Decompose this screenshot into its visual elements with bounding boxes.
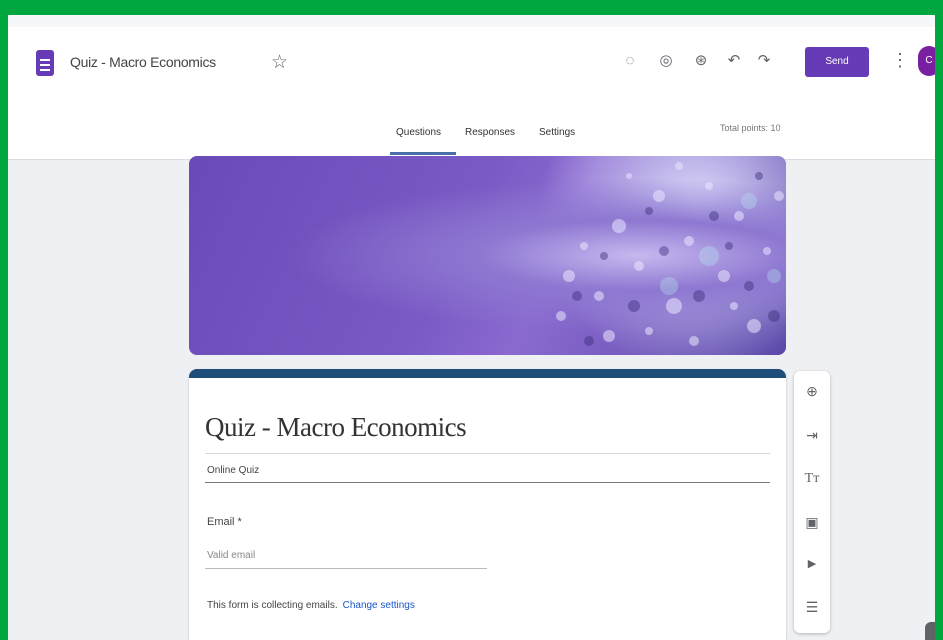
add-title-icon[interactable]: Tт: [794, 471, 830, 487]
add-question-icon[interactable]: ⊕: [794, 383, 830, 400]
email-underline: [205, 568, 487, 569]
addons-icon[interactable]: ⊛: [691, 51, 711, 71]
form-title[interactable]: Quiz - Macro Economics: [205, 412, 467, 443]
more-options-icon[interactable]: ⋮: [891, 50, 909, 71]
tab-responses[interactable]: Responses: [465, 127, 515, 138]
forms-header: Quiz - Macro Economics ☆ ◌ ◎ ⊛ ↶ ↷ Send …: [8, 27, 935, 160]
collect-emails-note: This form is collecting emails. Change se…: [207, 600, 415, 611]
browser-tab-strip: [8, 15, 935, 27]
form-header-card: Quiz - Macro Economics Online Quiz Email…: [189, 369, 786, 640]
document-title[interactable]: Quiz - Macro Economics: [70, 54, 216, 70]
preview-icon[interactable]: ◎: [656, 51, 676, 71]
add-image-icon[interactable]: ▣: [794, 514, 830, 531]
forms-logo-icon[interactable]: [36, 50, 54, 76]
tab-settings[interactable]: Settings: [539, 127, 575, 138]
banner-texture: [556, 162, 784, 346]
collect-note-text: This form is collecting emails.: [207, 600, 338, 611]
total-points: Total points: 10: [720, 123, 781, 133]
active-tab-indicator: [390, 152, 456, 155]
description-underline: [205, 482, 770, 483]
redo-icon[interactable]: ↷: [754, 51, 774, 71]
avatar[interactable]: C: [918, 46, 935, 76]
send-button[interactable]: Send: [805, 47, 869, 77]
undo-icon[interactable]: ↶: [724, 51, 744, 71]
import-questions-icon[interactable]: ⇥: [794, 427, 830, 444]
email-label: Email *: [207, 516, 242, 528]
title-divider: [205, 453, 770, 454]
star-icon[interactable]: ☆: [271, 51, 288, 74]
tab-questions[interactable]: Questions: [396, 127, 441, 138]
change-settings-link[interactable]: Change settings: [343, 600, 415, 611]
browser-window: Quiz - Macro Economics ☆ ◌ ◎ ⊛ ↶ ↷ Send …: [8, 15, 935, 640]
email-field[interactable]: Valid email: [207, 550, 255, 561]
header-image: [189, 156, 786, 355]
add-video-icon[interactable]: ▶: [794, 557, 830, 570]
add-section-icon[interactable]: ☰: [794, 599, 830, 616]
form-description[interactable]: Online Quiz: [207, 465, 259, 476]
side-toolbar: ⊕ ⇥ Tт ▣ ▶ ☰: [794, 371, 830, 633]
scroll-edge-icon: [925, 622, 935, 640]
customize-theme-icon[interactable]: ◌: [620, 51, 640, 71]
